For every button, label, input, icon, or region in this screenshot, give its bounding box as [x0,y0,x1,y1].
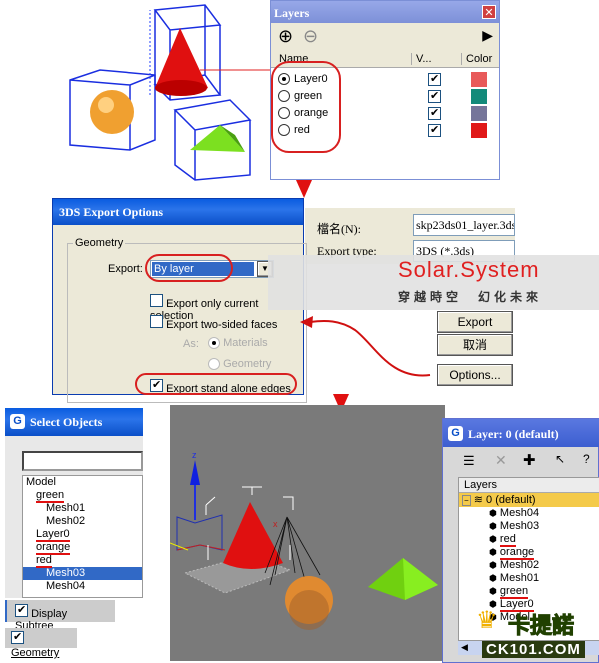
geometry-radio[interactable] [208,358,220,371]
svg-text:x: x [273,519,278,529]
visible-checkbox[interactable] [428,89,441,103]
filename-input[interactable]: skp23ds01_layer.3ds [413,214,515,236]
visible-checkbox[interactable] [428,72,441,86]
layer-color-swatch[interactable] [471,72,487,87]
sketchup-scene [69,4,275,181]
object-cube-icon: ⬢ [489,586,497,596]
layer-tree-item[interactable]: ⬢ orange [459,546,599,560]
layer-color-swatch[interactable] [471,89,487,104]
two-sided-checkbox[interactable] [150,315,163,328]
list-item[interactable]: Mesh04 [23,580,142,593]
solar-system-watermark: Solar.System 穿越時空 幻化未來 [268,255,599,310]
object-cube-icon: ⬢ [489,508,497,518]
layer-tree-item[interactable]: ⬢ Mesh04 [459,507,599,520]
arrow-down-icon [296,180,312,198]
dialog-title: Layer: 0 (default) [443,419,599,447]
materials-radio[interactable] [208,337,220,350]
column-color[interactable]: Color [461,53,492,65]
filename-label: 檔名(N): [317,222,361,236]
curved-arrow-icon [300,316,431,377]
cancel-button[interactable]: 取消 [437,334,513,356]
object-cube-icon: ⬢ [489,534,497,544]
search-input[interactable] [22,451,143,471]
only-selection-checkbox[interactable] [150,294,163,307]
object-cube-icon: ⬢ [489,547,497,557]
ck101-logo: ♛ 卡提諾 CK101.COM [472,606,597,661]
list-item[interactable]: orange [23,541,142,555]
new-layer-icon[interactable]: ☰ [463,453,475,469]
layer-tree-item[interactable]: ⬢ Mesh01 [459,572,599,585]
list-item[interactable]: Mesh03 [23,567,142,580]
export-button[interactable]: Export [437,311,513,333]
select-icon[interactable]: ↖ [555,452,565,466]
3dsmax-logo-icon: G [10,414,25,429]
dialog-title: Select Objects [5,408,143,436]
dialog-title: 3DS Export Options [53,199,303,225]
object-cube-icon: ⬢ [489,521,497,531]
object-cube-icon: ⬢ [489,560,497,570]
list-item[interactable]: green [23,489,142,503]
close-icon[interactable]: ✕ [482,5,496,19]
object-list[interactable]: Model green Mesh01 Mesh02 Layer0 orange red Mes… [22,475,143,598]
list-item[interactable]: Mesh01 [23,502,142,515]
plus-circle-icon[interactable]: ⊕ [278,27,293,45]
layers-title: Layers [271,1,499,23]
root-layer[interactable]: − ≋ 0 (default) [459,493,599,507]
column-layers: Layers [459,478,599,493]
layer-tree-item[interactable]: ⬢ Mesh03 [459,520,599,533]
column-visible[interactable]: V... [411,53,461,65]
display-subtree-option[interactable]: Display Subtree [5,600,115,632]
list-item[interactable]: Layer0 [23,528,142,542]
visible-checkbox[interactable] [428,106,441,120]
layer-tree-item[interactable]: ⬢ Mesh02 [459,559,599,572]
minus-circle-icon[interactable]: ⊖ [303,27,318,45]
highlight-icon[interactable]: ? [583,452,590,466]
layers-panel: Layers ✕ ⊕ ⊖ ▶ Name V... Color Layer0 gr… [270,0,500,180]
max-viewport[interactable]: z x [170,405,445,661]
layer-tree-item[interactable]: ⬢ green [459,585,599,599]
options-button[interactable]: Options... [437,364,513,386]
details-arrow-icon[interactable]: ▶ [482,27,493,44]
list-item[interactable]: red [23,554,142,568]
object-cube-icon: ⬢ [489,573,497,583]
svg-text:z: z [192,450,197,460]
export-label: Export: [108,263,143,275]
geometry-option[interactable]: Geometry [5,628,77,659]
add-icon[interactable]: ✚ [523,451,536,469]
layer-color-swatch[interactable] [471,123,487,138]
geometry-group-label: Geometry [73,237,126,249]
crown-icon: ♛ [476,607,498,634]
layer-tree-item[interactable]: ⬢ red [459,533,599,547]
visible-checkbox[interactable] [428,123,441,137]
3dsmax-logo-icon: G [448,426,463,441]
export-options-dialog: 3DS Export Options Geometry Export: By l… [52,198,307,403]
list-item[interactable]: Mesh02 [23,515,142,528]
list-item[interactable]: Model [23,476,142,489]
select-objects-dialog: Select Objects G Model green Mesh01 Mesh02 L… [5,408,143,598]
delete-icon[interactable]: ✕ [495,452,507,469]
layer-color-swatch[interactable] [471,106,487,121]
